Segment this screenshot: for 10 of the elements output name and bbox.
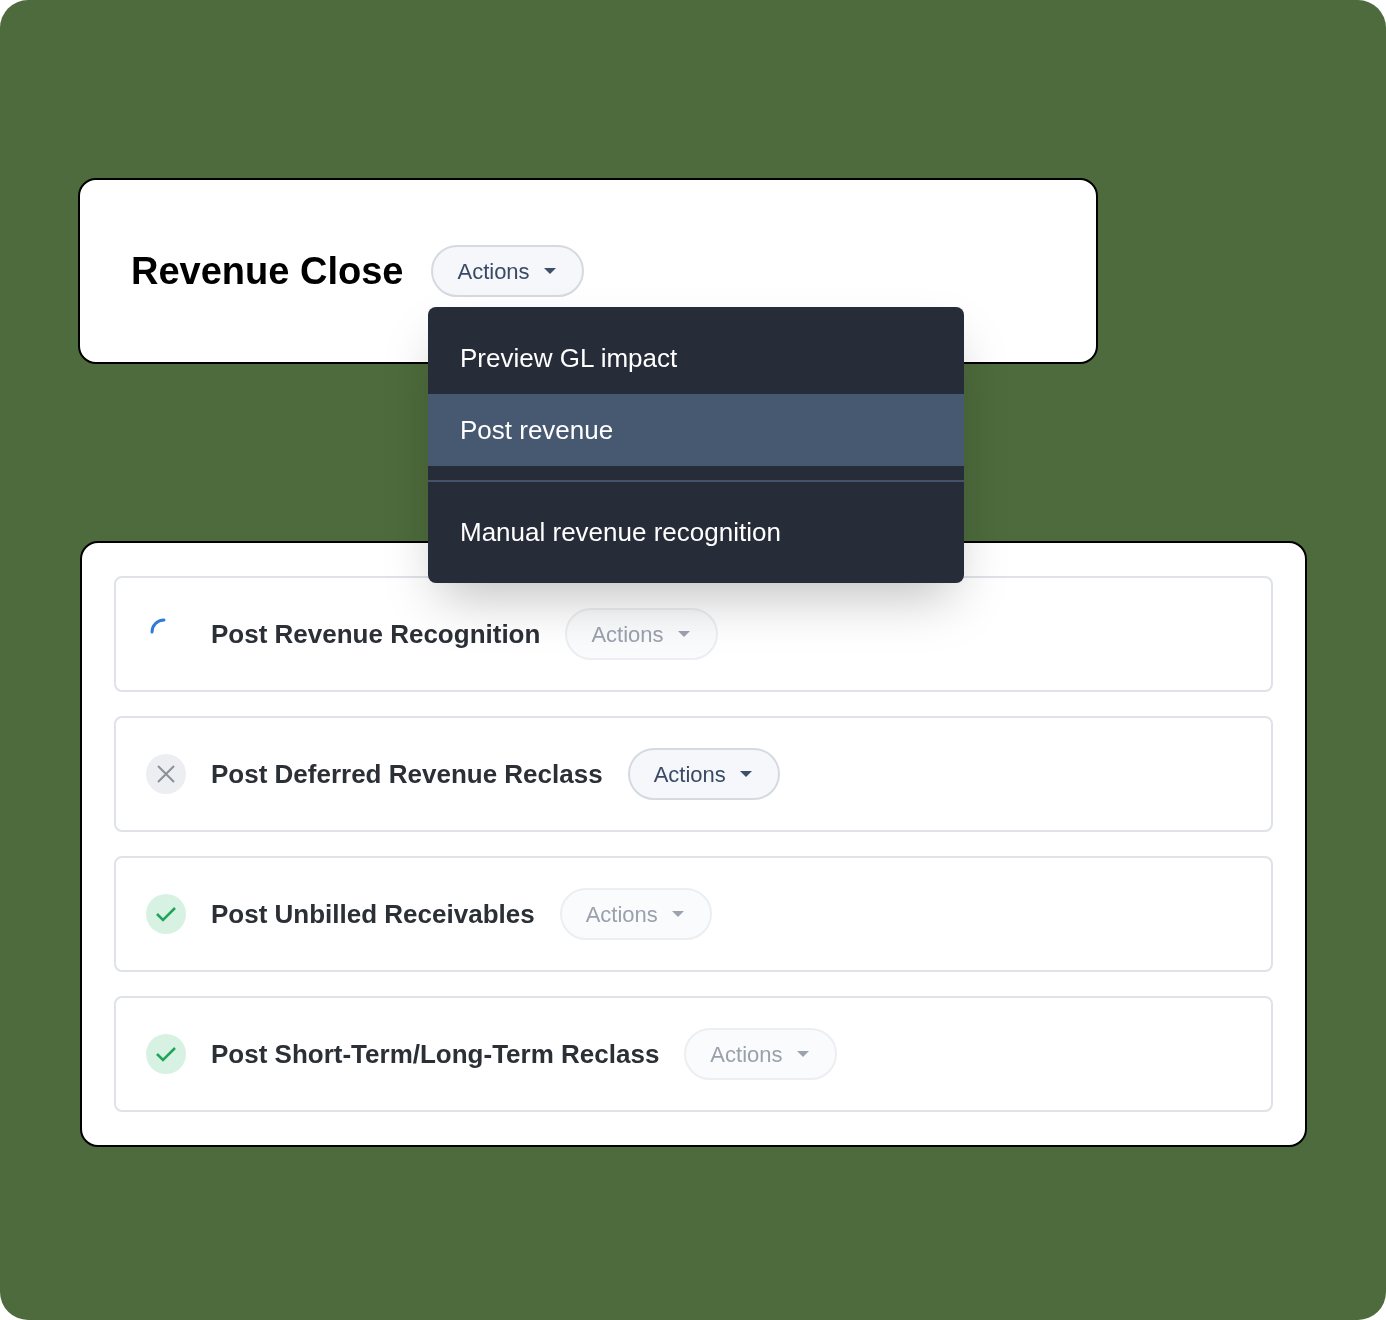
task-name: Post Revenue Recognition xyxy=(211,617,541,651)
menu-item[interactable]: Manual revenue recognition xyxy=(428,496,964,568)
task-name: Post Short-Term/Long-Term Reclass xyxy=(211,1037,660,1071)
task-name: Post Unbilled Receivables xyxy=(211,897,535,931)
menu-item[interactable]: Post revenue xyxy=(428,394,964,466)
menu-item[interactable]: Preview GL impact xyxy=(428,322,964,394)
task-name: Post Deferred Revenue Reclass xyxy=(211,757,603,791)
actions-button[interactable]: Actions xyxy=(627,748,780,800)
actions-button[interactable]: Actions xyxy=(431,245,584,297)
page-title: Revenue Close xyxy=(131,248,404,294)
